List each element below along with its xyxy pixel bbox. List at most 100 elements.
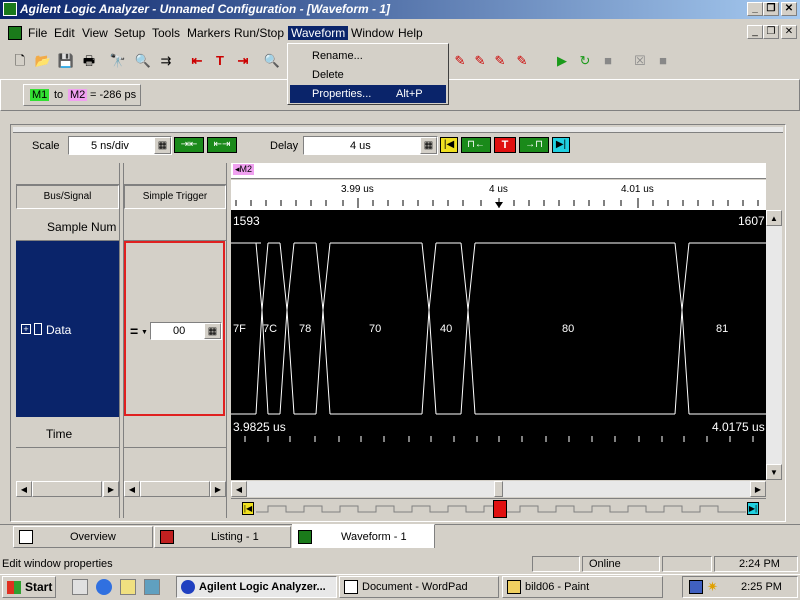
h-scroll-thumb[interactable] bbox=[494, 481, 503, 497]
new-icon[interactable]: 🗋 bbox=[10, 51, 30, 71]
tab-waveform[interactable]: Waveform - 1 bbox=[292, 524, 435, 548]
trigger-scroll-left-icon[interactable]: ◀ bbox=[124, 481, 140, 497]
delay-back-icon[interactable]: ⊓← bbox=[461, 137, 491, 153]
delay-to-start-icon[interactable]: |◀ bbox=[440, 137, 458, 153]
marker-tool-2-icon[interactable]: ✎ bbox=[470, 51, 490, 71]
stop-icon[interactable]: ■ bbox=[598, 51, 618, 71]
app-icon[interactable] bbox=[3, 2, 17, 16]
trigger-operator-dropdown-icon[interactable]: ▼ bbox=[141, 329, 148, 336]
menu-run-stop[interactable]: Run/Stop bbox=[234, 26, 284, 40]
simple-trigger-header[interactable]: Simple Trigger bbox=[124, 185, 226, 209]
doc-close-button[interactable]: ✕ bbox=[781, 25, 797, 39]
taskbar-wordpad[interactable]: Document - WordPad bbox=[339, 576, 499, 598]
trigger-column-scrollbar[interactable]: ◀ ▶ bbox=[124, 481, 226, 497]
scroll-up-icon[interactable]: ▲ bbox=[766, 210, 782, 226]
delay-trigger-icon[interactable]: T bbox=[494, 137, 516, 153]
trigger-calculator-icon[interactable]: ▦ bbox=[204, 323, 221, 339]
marker-tool-1-icon[interactable]: ✎ bbox=[450, 51, 470, 71]
alert-tray-icon[interactable]: ✷ bbox=[707, 580, 718, 594]
delay-input[interactable]: 4 us bbox=[303, 136, 438, 155]
go-to-trigger-icon[interactable]: T bbox=[210, 51, 230, 71]
delay-calculator-icon[interactable]: ▦ bbox=[420, 137, 437, 154]
h-scroll-right-icon[interactable]: ▶ bbox=[750, 481, 766, 497]
menu-waveform[interactable]: Waveform bbox=[288, 26, 349, 40]
menu-window[interactable]: Window bbox=[351, 26, 394, 40]
start-button[interactable]: Start bbox=[2, 576, 56, 598]
marker-tool-4-icon[interactable]: ✎ bbox=[512, 51, 532, 71]
menu-help[interactable]: Help bbox=[398, 26, 423, 40]
scale-calculator-icon[interactable]: ▦ bbox=[154, 137, 171, 154]
run-repetitive-icon[interactable]: ↻ bbox=[575, 51, 595, 71]
find-next-icon[interactable]: 🔍 bbox=[133, 51, 153, 71]
save-icon[interactable]: 💾 bbox=[56, 51, 76, 71]
m2-marker-flag[interactable]: ◂M2 bbox=[233, 164, 255, 175]
taskbar-agilent[interactable]: Agilent Logic Analyzer... bbox=[176, 576, 337, 598]
waveform-horizontal-scrollbar[interactable]: ◀ ▶ bbox=[231, 481, 766, 497]
delay-forward-icon[interactable]: →⊓ bbox=[519, 137, 549, 153]
go-to-icon[interactable]: ⇉ bbox=[156, 51, 176, 71]
menu-view[interactable]: View bbox=[82, 26, 108, 40]
quicklaunch-ie-icon[interactable] bbox=[96, 579, 112, 595]
doc-restore-button[interactable]: ❐ bbox=[763, 25, 779, 39]
data-trigger-cell[interactable]: = ▼ 00 ▦ bbox=[124, 241, 225, 416]
zoom-out-icon[interactable]: ⇤⇥ bbox=[207, 137, 237, 153]
menu-markers[interactable]: Markers bbox=[187, 26, 230, 40]
h-scroll-left-icon[interactable]: ◀ bbox=[231, 481, 247, 497]
signal-column-scrollbar[interactable]: ◀ ▶ bbox=[16, 481, 119, 497]
overview-trigger-marker[interactable] bbox=[493, 500, 507, 518]
zoom-in-icon[interactable]: ⇥⇤ bbox=[174, 137, 204, 153]
sample-num-row[interactable]: Sample Num bbox=[16, 212, 119, 241]
time-row[interactable]: Time bbox=[16, 418, 119, 448]
tab-overview[interactable]: Overview bbox=[13, 526, 153, 548]
menu-edit[interactable]: Edit bbox=[54, 26, 75, 40]
trigger-scroll-right-icon[interactable]: ▶ bbox=[210, 481, 226, 497]
maximize-button[interactable]: ❐ bbox=[763, 2, 779, 16]
menu-file[interactable]: File bbox=[28, 26, 47, 40]
menu-properties[interactable]: Properties... Alt+P bbox=[290, 85, 446, 103]
waveform-canvas[interactable]: 1593 1607 3.9825 us 4.0175 us 7F 7C 78 7… bbox=[231, 210, 766, 480]
menu-setup[interactable]: Setup bbox=[114, 26, 145, 40]
overview-end-icon[interactable]: ▶| bbox=[747, 502, 759, 515]
scroll-left-icon[interactable]: ◀ bbox=[16, 481, 32, 497]
close-button[interactable]: ✕ bbox=[781, 2, 797, 16]
stop-all-icon[interactable]: ■ bbox=[653, 51, 673, 71]
sample-num-label: Sample Num bbox=[47, 220, 117, 234]
bus-signal-header[interactable]: Bus/Signal bbox=[16, 185, 119, 209]
data-row-label[interactable]: + Data bbox=[16, 241, 119, 417]
marker-tool-3-icon[interactable]: ✎ bbox=[490, 51, 510, 71]
time-ruler[interactable]: 3.99 us 4 us 4.01 us bbox=[231, 180, 766, 210]
network-tray-icon[interactable] bbox=[689, 580, 703, 594]
print-icon[interactable]: 🖶 bbox=[79, 51, 99, 71]
doc-icon[interactable] bbox=[8, 26, 22, 40]
tick-label-3: 4.01 us bbox=[621, 184, 654, 195]
find-icon[interactable]: 🔭 bbox=[108, 51, 128, 71]
minimize-button[interactable]: _ bbox=[747, 2, 763, 16]
delay-to-end-icon[interactable]: ▶| bbox=[552, 137, 570, 153]
cancel-icon[interactable]: ☒ bbox=[630, 51, 650, 71]
menu-rename[interactable]: Rename... bbox=[290, 47, 446, 65]
doc-minimize-button[interactable]: _ bbox=[747, 25, 763, 39]
scroll-thumb[interactable] bbox=[32, 481, 102, 497]
run-icon[interactable]: ▶ bbox=[552, 51, 572, 71]
tab-listing[interactable]: Listing - 1 bbox=[154, 526, 291, 548]
scroll-right-icon[interactable]: ▶ bbox=[103, 481, 119, 497]
taskbar-paint[interactable]: bild06 - Paint bbox=[502, 576, 663, 598]
marker-readout[interactable]: M1 to M2 = -286 ps bbox=[23, 84, 141, 106]
menu-delete[interactable]: Delete bbox=[290, 66, 446, 84]
expand-icon[interactable]: + bbox=[21, 324, 31, 334]
quicklaunch-desktop-icon[interactable] bbox=[72, 579, 88, 595]
zoom-icon[interactable]: 🔍 bbox=[262, 51, 282, 71]
overview-start-icon[interactable]: |◀ bbox=[242, 502, 254, 515]
trigger-scroll-thumb[interactable] bbox=[140, 481, 210, 497]
trigger-operator[interactable]: = bbox=[130, 323, 138, 339]
column-splitter[interactable] bbox=[119, 163, 124, 518]
quicklaunch-outlook-icon[interactable] bbox=[120, 579, 136, 595]
waveform-vertical-scrollbar[interactable]: ▲ ▼ bbox=[766, 210, 782, 480]
scroll-down-icon[interactable]: ▼ bbox=[766, 464, 782, 480]
go-to-start-icon[interactable]: ⇤ bbox=[187, 51, 207, 71]
menu-tools[interactable]: Tools bbox=[152, 26, 180, 40]
open-icon[interactable]: 📂 bbox=[33, 51, 53, 71]
overview-strip[interactable]: |◀ ▶| bbox=[231, 498, 766, 518]
go-to-end-icon[interactable]: ⇥ bbox=[233, 51, 253, 71]
quicklaunch-media-icon[interactable] bbox=[144, 579, 160, 595]
